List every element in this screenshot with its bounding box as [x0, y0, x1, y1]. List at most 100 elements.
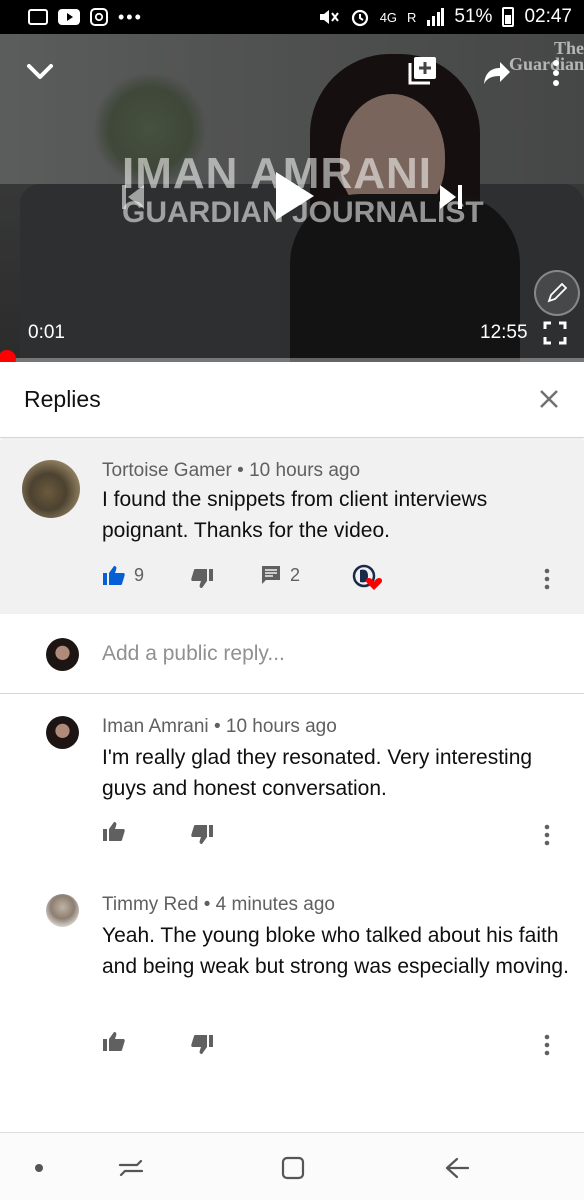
reply-comment: Timmy Red • 4 minutes ago Yeah. The youn…: [0, 870, 584, 1090]
previous-button[interactable]: [118, 180, 148, 214]
comment-text: Yeah. The young bloke who talked about h…: [102, 924, 569, 978]
battery-icon: [502, 7, 515, 27]
mute-icon: [319, 10, 339, 24]
separator-dot: •: [237, 460, 244, 481]
skip-previous-icon: [122, 185, 144, 209]
comment-text: I'm really glad they resonated. Very int…: [102, 746, 533, 800]
share-icon: [484, 62, 510, 84]
recent-apps-button[interactable]: [116, 1153, 146, 1183]
nav-dot-icon: [35, 1164, 43, 1172]
comment-author[interactable]: Iman Amrani: [102, 716, 209, 737]
thumbs-up-icon: [103, 566, 125, 585]
thumbs-down-icon: [191, 1035, 213, 1054]
add-to-playlist-button[interactable]: [405, 54, 439, 88]
video-player[interactable]: The Guardian IMAN AMRANI GUARDIAN JOURNA…: [0, 34, 584, 362]
reply-input[interactable]: Add a public reply...: [102, 642, 285, 666]
roaming-indicator: R: [407, 9, 417, 25]
avatar[interactable]: [46, 894, 79, 927]
comment-age: 10 hours ago: [225, 716, 337, 737]
status-bar-right: 4G R 51% 02:47: [318, 6, 572, 28]
chevron-down-icon: [27, 64, 53, 79]
reply-comment: Iman Amrani • 10 hours ago I'm really gl…: [0, 694, 584, 874]
comment-age: 10 hours ago: [249, 460, 361, 481]
nav-dot-button[interactable]: [24, 1153, 54, 1183]
comment-header: Tortoise Gamer • 10 hours ago: [102, 460, 360, 482]
separator-dot: •: [203, 894, 211, 915]
minimize-button[interactable]: [22, 54, 58, 90]
image-icon: [28, 9, 48, 25]
close-icon: [540, 390, 558, 408]
creator-heart: [352, 564, 382, 592]
thumbs-up-icon: [103, 1032, 125, 1051]
panel-title: Replies: [24, 386, 101, 412]
comment-header: Iman Amrani • 10 hours ago: [102, 716, 337, 738]
close-replies-button[interactable]: [534, 384, 564, 414]
signal-icon: [427, 8, 445, 26]
current-time: 0:01: [28, 322, 65, 343]
recent-apps-icon: [118, 1159, 144, 1177]
play-button[interactable]: [262, 164, 326, 228]
clock: 02:47: [524, 6, 572, 27]
comment-icon: [262, 566, 280, 584]
status-bar: ••• 4G R 51% 02:47: [0, 0, 584, 34]
youtube-icon: [58, 9, 80, 25]
play-icon: [276, 172, 314, 220]
more-vert-icon: [544, 824, 550, 846]
reply-count: 2: [290, 564, 301, 585]
separator-dot: •: [213, 716, 221, 737]
fullscreen-button[interactable]: [542, 320, 568, 346]
like-button[interactable]: 9: [102, 564, 144, 586]
comment-actions: 9 2: [102, 564, 572, 594]
thumbs-down-icon: [191, 569, 213, 588]
add-to-playlist-icon: [408, 57, 436, 85]
more-vert-icon: [544, 1034, 550, 1056]
edit-button[interactable]: [534, 270, 580, 316]
instagram-icon: [90, 8, 108, 26]
comment-text: I found the snippets from client intervi…: [102, 488, 488, 542]
comment-author[interactable]: Timmy Red: [102, 894, 198, 915]
home-icon: [281, 1156, 305, 1180]
dislike-button[interactable]: [190, 1034, 214, 1056]
avatar: [46, 638, 79, 671]
comment-more-button[interactable]: [540, 1030, 554, 1060]
battery-percent: 51%: [454, 6, 493, 27]
dislike-button[interactable]: [190, 824, 214, 846]
back-button[interactable]: [442, 1153, 472, 1183]
comment-author[interactable]: Tortoise Gamer: [102, 460, 232, 481]
avatar[interactable]: [46, 716, 79, 749]
dislike-button[interactable]: [190, 568, 214, 590]
comment-age: 4 minutes ago: [215, 894, 335, 915]
status-bar-left: •••: [28, 7, 143, 28]
pencil-icon: [547, 282, 568, 303]
thumbs-up-icon: [103, 822, 125, 841]
navigation-bar: [0, 1132, 584, 1200]
parent-comment: Tortoise Gamer • 10 hours ago I found th…: [0, 440, 584, 614]
share-button[interactable]: [480, 56, 514, 90]
comment-more-button[interactable]: [540, 564, 554, 594]
home-button[interactable]: [278, 1153, 308, 1183]
avatar[interactable]: [22, 460, 80, 518]
replies-header: Replies: [0, 362, 584, 438]
like-count: 9: [134, 564, 145, 585]
fullscreen-icon: [543, 321, 567, 345]
like-button[interactable]: [102, 820, 126, 842]
reply-count-button[interactable]: 2: [260, 564, 300, 586]
duration: 12:55: [480, 322, 528, 343]
comment-actions: [102, 820, 572, 850]
more-vert-icon: [544, 568, 550, 590]
more-dots-icon: •••: [118, 6, 143, 27]
network-type: 4G: [379, 9, 398, 25]
back-icon: [445, 1157, 470, 1179]
more-vert-icon: [553, 60, 559, 86]
add-reply-row[interactable]: Add a public reply...: [0, 614, 584, 694]
comment-header: Timmy Red • 4 minutes ago: [102, 894, 335, 916]
like-button[interactable]: [102, 1030, 126, 1052]
comment-more-button[interactable]: [540, 820, 554, 850]
alarm-icon: [351, 9, 368, 27]
comment-actions: [102, 1030, 572, 1060]
creator-heart-icon: [352, 564, 382, 590]
thumbs-down-icon: [191, 825, 213, 844]
skip-next-icon: [440, 185, 462, 209]
next-button[interactable]: [436, 180, 466, 214]
video-more-button[interactable]: [546, 56, 566, 90]
